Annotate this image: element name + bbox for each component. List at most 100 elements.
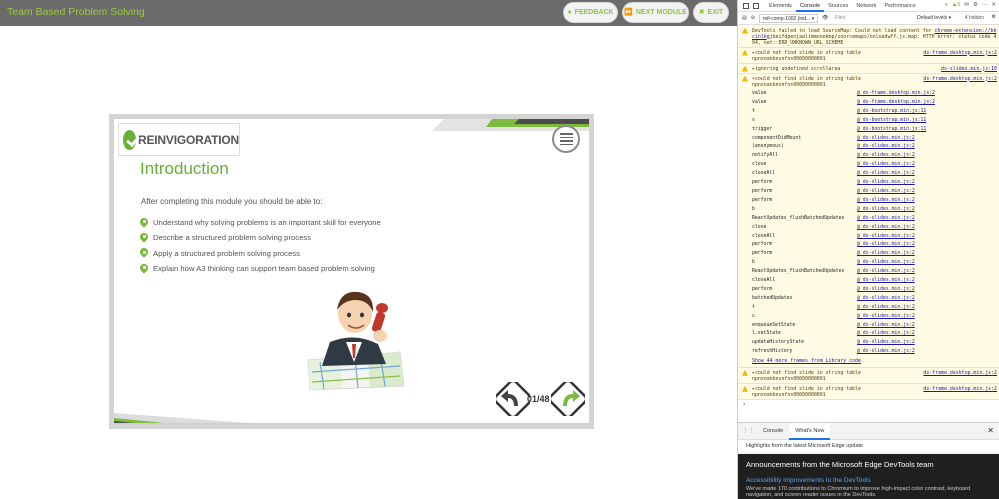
message-source[interactable]: ds-frame.desktop.min.js:2 (923, 386, 997, 398)
map-pin-icon (140, 248, 148, 258)
drawer-tab-whats-new[interactable]: What's New (789, 422, 831, 440)
device-toggle-icon[interactable] (753, 2, 759, 9)
exit-button[interactable]: ✖ EXIT (693, 2, 729, 23)
console-message[interactable]: ▸could not find slide in string table np… (738, 368, 999, 385)
message-source[interactable]: ds-slides.min.js:16 (941, 66, 997, 72)
stack-frame: t ds-bootstrap.min.js:11 (752, 108, 999, 117)
feedback-icon[interactable]: ✉ (964, 2, 969, 8)
message-source[interactable]: ds-frame.desktop.min.js:2 (923, 50, 997, 62)
stack-frame: enqueueSetState ds-slides.min.js:2 (752, 322, 999, 331)
tab-sources[interactable]: Sources (824, 0, 852, 12)
stack-frame: (anonymous) ds-slides.min.js:2 (752, 143, 999, 152)
levels-select[interactable]: Default levels ▾ (917, 15, 951, 21)
message-text: ▸could not find slide in string table np… (752, 369, 861, 382)
devtools-drawer: ⋮⋮ Console What's New ✕ Highlights from … (738, 422, 999, 499)
close-icon[interactable]: ✕ (991, 2, 996, 8)
frame-function: ReactUpdates_flushBatchedUpdates (752, 269, 845, 275)
frame-link[interactable]: ds-slides.min.js:2 (857, 241, 915, 250)
objectives-list: Understand why solving problems is an im… (140, 215, 381, 276)
frame-link[interactable]: ds-bootstrap.min.js:11 (857, 126, 927, 135)
frame-link[interactable]: ds-slides.min.js:2 (857, 170, 915, 179)
warning-icon (742, 49, 748, 56)
message-text: ▸could not find slide in string table np… (752, 49, 861, 62)
settings-icon[interactable]: ⚙ (973, 2, 978, 8)
next-slide-button[interactable] (551, 382, 585, 416)
show-more-frames-link[interactable]: Show 44 more frames from Library code (752, 357, 999, 365)
frame-link[interactable]: ds-slides.min.js:2 (857, 206, 915, 215)
slide-heading: Introduction (140, 159, 229, 178)
frame-link[interactable]: ds-slides.min.js:2 (857, 259, 915, 268)
frame-link[interactable]: ds-slides.min.js:2 (857, 304, 915, 313)
frame-link[interactable]: ds-slides.min.js:2 (857, 224, 915, 233)
inspect-icon[interactable] (743, 2, 749, 9)
frame-link[interactable]: ds-frame.desktop.min.js:2 (857, 90, 935, 99)
close-drawer-icon[interactable]: ✕ (987, 426, 994, 435)
frame-link[interactable]: ds-slides.min.js:2 (857, 188, 915, 197)
frame-link[interactable]: ds-slides.min.js:2 (857, 322, 915, 331)
frame-link[interactable]: ds-slides.min.js:2 (857, 215, 915, 224)
frame-link[interactable]: ds-slides.min.js:2 (857, 179, 915, 188)
message-text: ▸ignoring undefined scrollarea (752, 65, 841, 72)
logo-text: REINVIGORATION (138, 132, 239, 147)
drawer-tab-console[interactable]: Console (757, 423, 789, 440)
frame-function: perform (752, 180, 773, 186)
frame-function: value (752, 99, 767, 105)
frame-link[interactable]: ds-slides.min.js:2 (857, 348, 915, 357)
slide-counter: 01/48 (527, 394, 550, 404)
stack-frame: perform ds-slides.min.js:2 (752, 286, 999, 295)
chat-icon: ● (567, 9, 572, 16)
next-module-button[interactable]: ⏩ NEXT MODULE (622, 2, 689, 23)
filter-input[interactable]: Filter (832, 15, 845, 21)
feedback-button[interactable]: ● FEEDBACK (563, 2, 618, 23)
businessman-map-illustration (307, 291, 405, 391)
frame-link[interactable]: ds-slides.min.js:2 (857, 197, 915, 206)
slide-frame: REINVIGORATION Introduction After comple… (109, 114, 594, 429)
more-options-icon[interactable]: ⋯ (982, 2, 988, 8)
frame-link[interactable]: ds-slides.min.js:2 (857, 161, 915, 170)
announcement-link[interactable]: Accessibility improvements to the DevToo… (746, 477, 992, 484)
console-message[interactable]: ▸could not find slide in string table np… (738, 48, 999, 64)
warning-count-icon[interactable]: ▲5 (952, 2, 961, 8)
frame-link[interactable]: ds-slides.min.js:2 (857, 313, 915, 322)
eye-icon[interactable]: 👁 (822, 15, 828, 21)
frame-function: closeAll (752, 278, 776, 284)
clear-console-icon[interactable]: ⊘ (751, 15, 755, 21)
frame-link[interactable]: ds-slides.min.js:2 (857, 152, 915, 161)
objective-text: Explain how A3 thinking can support team… (153, 264, 375, 274)
more-tabs-icon[interactable]: » (945, 2, 948, 8)
message-source[interactable]: ds-frame.desktop.min.js:2 (923, 370, 997, 382)
frame-link[interactable]: ds-slides.min.js:2 (857, 250, 915, 259)
frame-link[interactable]: ds-slides.min.js:2 (857, 233, 915, 242)
frame-link[interactable]: ds-slides.min.js:2 (857, 286, 915, 295)
frame-link[interactable]: ds-slides.min.js:2 (857, 268, 915, 277)
drawer-menu-icon[interactable]: ⋮⋮ (743, 428, 757, 434)
sidebar-toggle-icon[interactable]: ▤ (742, 15, 747, 21)
console-prompt[interactable]: › (738, 400, 999, 409)
console-message[interactable]: ▾could not find slide in string table np… (738, 74, 999, 89)
context-select[interactable]: mif-comp-1002 (ind... ▾ (758, 13, 819, 23)
stack-frame: b ds-slides.min.js:2 (752, 206, 999, 215)
console-message[interactable]: ▸could not find slide in string table np… (738, 384, 999, 401)
frame-link[interactable]: ds-slides.min.js:2 (857, 135, 915, 144)
frame-link[interactable]: ds-frame.desktop.min.js:2 (857, 99, 935, 108)
stack-frame: close ds-slides.min.js:2 (752, 161, 999, 170)
frame-link[interactable]: ds-slides.min.js:2 (857, 295, 915, 304)
frame-link[interactable]: ds-bootstrap.min.js:11 (857, 117, 927, 126)
console-settings-icon[interactable]: ⚙ (992, 14, 996, 20)
tab-console[interactable]: Console (795, 0, 825, 12)
drawer-tabbar: ⋮⋮ Console What's New ✕ (738, 422, 999, 440)
frame-link[interactable]: ds-slides.min.js:2 (857, 277, 915, 286)
frame-link[interactable]: ds-slides.min.js:2 (857, 339, 915, 348)
tab-performance[interactable]: Performance (880, 0, 920, 12)
previous-slide-button[interactable] (496, 382, 530, 416)
frame-link[interactable]: ds-bootstrap.min.js:11 (857, 108, 927, 117)
console-message[interactable]: ▸ignoring undefined scrollarea ds-slides… (738, 64, 999, 74)
message-text: ▾could not find slide in string table np… (752, 75, 861, 88)
tab-elements[interactable]: Elements (765, 0, 796, 12)
devtools-tabbar: Elements Console Sources Network Perform… (738, 0, 999, 12)
menu-button[interactable] (552, 125, 580, 153)
tab-network[interactable]: Network (852, 0, 880, 12)
frame-link[interactable]: ds-slides.min.js:2 (857, 143, 915, 152)
frame-link[interactable]: ds-slides.min.js:2 (857, 330, 915, 339)
message-source[interactable]: ds-frame.desktop.min.js:2 (923, 76, 997, 88)
